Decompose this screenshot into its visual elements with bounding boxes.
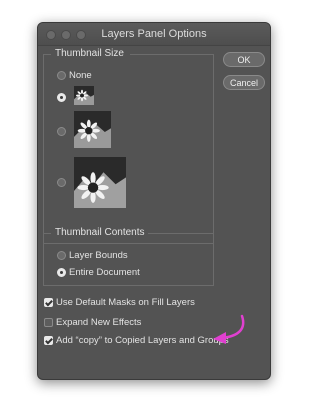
annotation-arrow-icon [213,314,245,344]
radio-thumbnail-large[interactable] [57,178,66,187]
thumbnail-medium-image [74,111,111,148]
thumbnail-size-group [43,54,214,244]
radio-thumbnail-medium[interactable] [57,127,66,136]
radio-thumbnail-small[interactable] [57,93,66,102]
expand-new-effects-label: Expand New Effects [56,317,142,328]
cancel-button[interactable]: Cancel [223,75,265,90]
close-window-icon[interactable] [46,30,56,40]
use-default-masks-label: Use Default Masks on Fill Layers [56,297,195,308]
thumbnail-small-image [74,86,94,105]
radio-entire-document[interactable] [57,268,66,277]
ok-button[interactable]: OK [223,52,265,67]
checkbox-add-copy[interactable] [44,336,53,345]
minimize-window-icon[interactable] [61,30,71,40]
window-controls [46,30,86,40]
titlebar: Layers Panel Options [38,23,270,46]
checkbox-expand-new-effects[interactable] [44,318,53,327]
radio-layer-bounds[interactable] [57,251,66,260]
layer-bounds-label: Layer Bounds [69,250,128,261]
checkbox-use-default-masks[interactable] [44,298,53,307]
dialog-title: Layers Panel Options [101,28,207,40]
radio-thumbnail-none[interactable] [57,71,66,80]
zoom-window-icon[interactable] [76,30,86,40]
thumbnail-large-image [74,157,126,208]
thumbnail-none-label: None [69,70,92,81]
entire-document-label: Entire Document [69,267,140,278]
